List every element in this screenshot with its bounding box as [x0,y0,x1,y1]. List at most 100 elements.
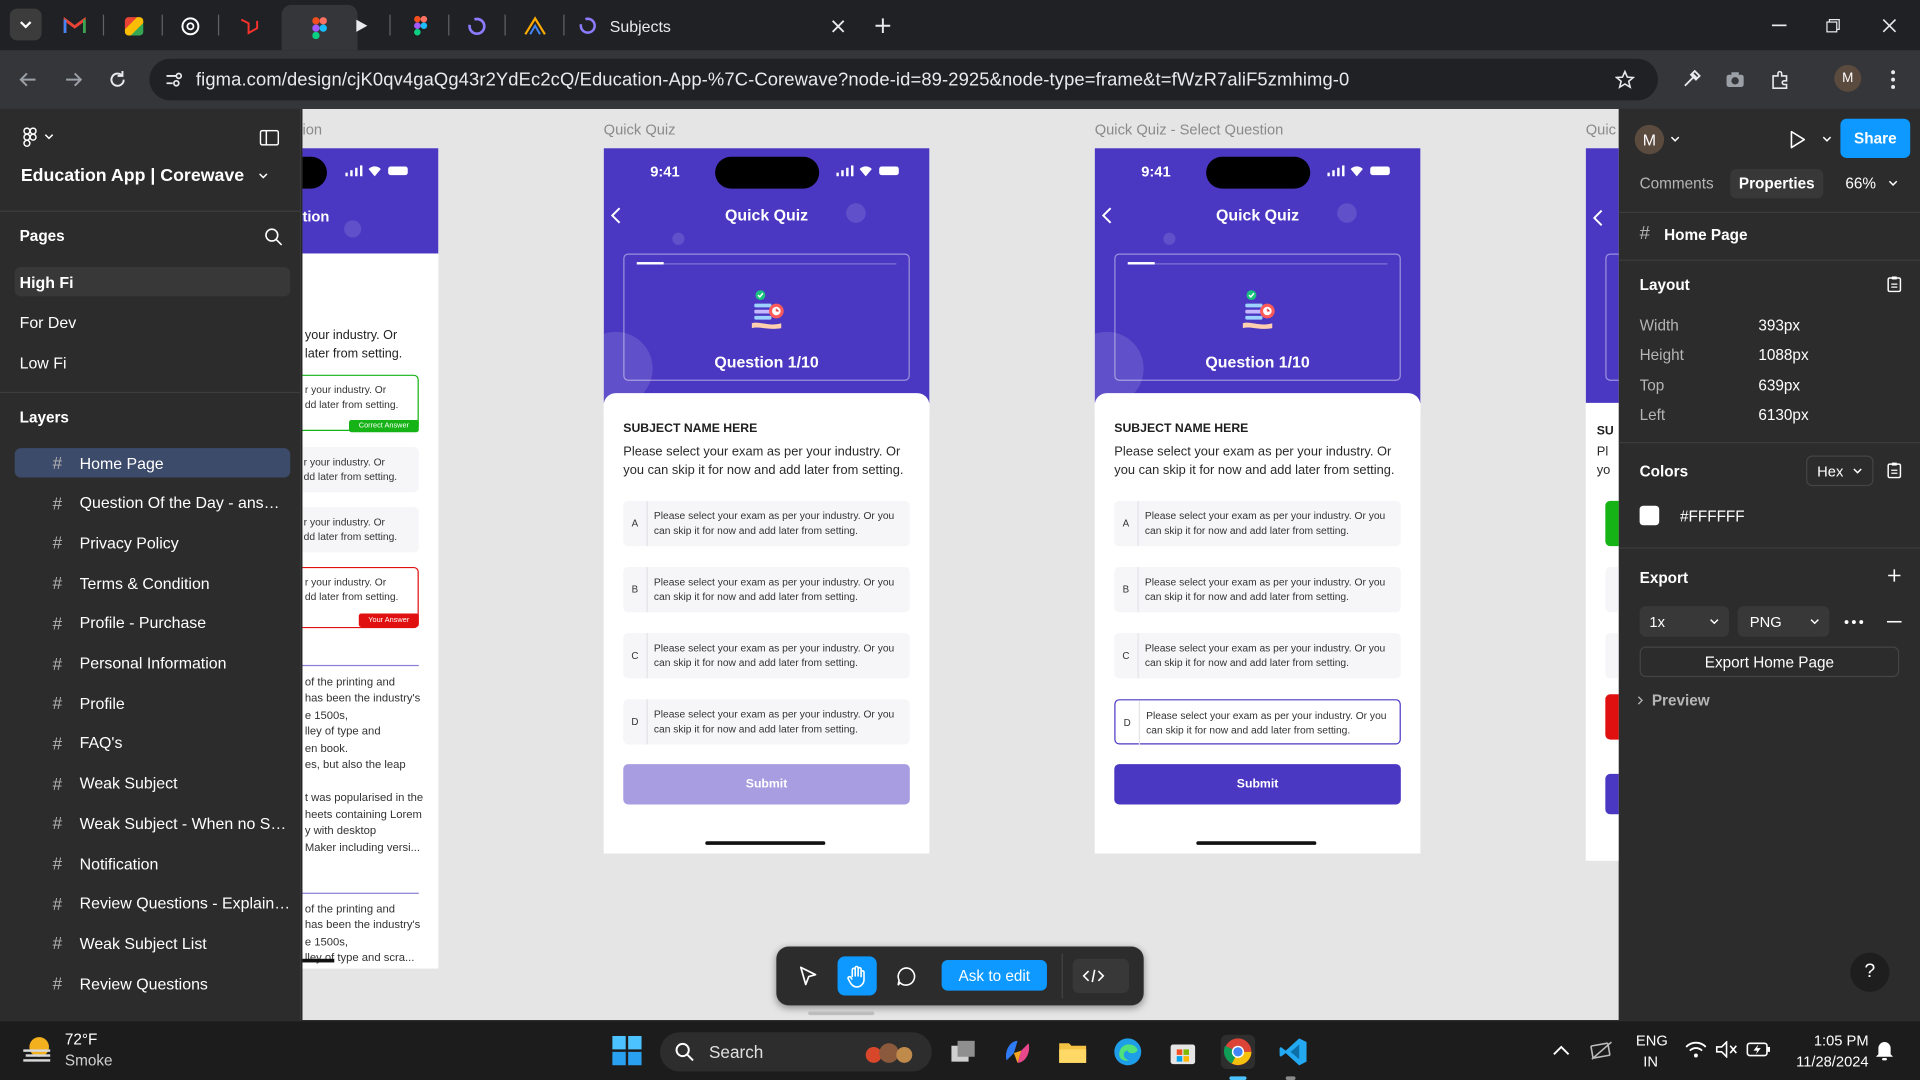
answer-option[interactable]: C Please select your exam as per your in… [1114,633,1401,679]
submit-button[interactable]: Submit [623,764,910,805]
chevron-down-icon[interactable] [1670,136,1680,143]
frame-label-quick-quiz[interactable]: Quick Quiz [604,121,676,138]
color-hex-value[interactable]: #FFFFFF [1680,508,1745,525]
layer-item[interactable]: # Personal Information [15,648,291,677]
color-format-select[interactable]: Hex [1806,455,1874,487]
preview-toggle[interactable]: Preview [1637,692,1710,709]
layer-item[interactable]: # Privacy Policy [15,528,291,557]
weather-icon[interactable] [21,1035,55,1067]
tab-properties[interactable]: Properties [1730,168,1824,199]
export-format-select[interactable]: PNG [1737,606,1830,637]
layer-item[interactable]: # Weak Subject - When no Subj... [15,809,291,838]
layer-item[interactable]: # Question Of the Day - answer ... [15,488,291,517]
figma-canvas[interactable]: ion tion your industry. Or later from se… [302,108,1619,1021]
taskbar-chrome[interactable] [1220,1034,1256,1069]
tab-video[interactable] [345,7,377,44]
taskbar-edge[interactable] [1111,1035,1145,1069]
left-value[interactable]: 6130px [1758,407,1808,424]
page-item-high-fi[interactable]: High Fi [14,266,291,297]
layer-item[interactable]: # Weak Subject List [15,929,291,958]
forward-button[interactable] [60,66,87,93]
frame-label-partial-right[interactable]: Quic [1586,121,1616,138]
taskbar-store[interactable] [1166,1035,1200,1069]
network-off-icon[interactable] [1589,1041,1613,1061]
search-icon[interactable] [264,228,283,246]
minimize-button[interactable] [1763,7,1795,44]
tab-comments[interactable]: Comments [1640,175,1714,192]
chevron-up-icon[interactable] [1553,1044,1570,1055]
page-item-for-dev[interactable]: For Dev [15,307,291,336]
submit-button[interactable]: Submit [1114,764,1401,805]
clock-date[interactable]: 11/28/2024 [1778,1053,1868,1070]
restore-button[interactable] [1817,7,1849,44]
notification-bell-icon[interactable] [1875,1040,1895,1062]
height-value[interactable]: 1088px [1758,347,1808,364]
layer-item[interactable]: # Notification [15,849,291,878]
layer-item[interactable]: # FAQ's [15,728,291,757]
hand-tool-button[interactable] [837,956,877,996]
frame-quick-quiz[interactable]: 9:41 Quick Quiz Question 1/10 SUBJECT NA… [603,148,930,854]
tab-figma-2[interactable] [404,7,436,44]
tab-search-button[interactable] [9,8,42,41]
answer-option[interactable]: C Please select your exam as per your in… [623,633,910,679]
play-icon[interactable] [1789,130,1806,150]
answer-option[interactable]: A Please select your exam as per your in… [623,500,910,547]
eyedropper-extension[interactable] [1678,66,1705,93]
address-bar[interactable]: figma.com/design/cjK0qv4gaQg43r2YdEc2cQ/… [149,58,1658,101]
battery-charging-icon[interactable] [1746,1042,1771,1057]
frame-partial-left[interactable]: tion your industry. Or later from settin… [302,148,439,969]
language-region[interactable]: IN [1636,1053,1665,1070]
width-value[interactable]: 393px [1758,317,1800,334]
layer-item[interactable]: # Profile - Purchase [15,608,291,637]
close-window-button[interactable] [1873,7,1905,44]
new-tab-button[interactable] [867,7,899,44]
zoom-control[interactable]: 66% [1845,175,1898,192]
taskbar-vscode[interactable] [1276,1035,1310,1069]
answer-option[interactable]: B Please select your exam as per your in… [1114,566,1401,613]
chevron-down-icon[interactable] [1822,136,1832,143]
tab-app-mountain[interactable] [519,7,551,44]
layer-item[interactable]: # Review Questions [15,969,291,998]
layer-item[interactable]: # Review Questions - Explainati... [15,889,291,918]
toggle-sidebar-button[interactable] [259,129,280,152]
clipboard-icon[interactable] [1887,462,1902,479]
user-avatar[interactable]: M [1634,124,1665,155]
tab-app-spiral[interactable] [460,7,492,44]
taskbar-search[interactable]: Search [660,1032,932,1072]
tab-subjects[interactable]: Subjects [566,7,860,44]
tab-chatgpt[interactable] [174,7,206,44]
plus-icon[interactable] [1887,568,1902,583]
screenshot-extension[interactable] [1722,66,1749,93]
layer-item[interactable]: # Home Page [14,448,291,478]
volume-muted-icon[interactable] [1715,1040,1738,1058]
clipboard-icon[interactable] [1887,276,1902,293]
answer-option[interactable]: D Please select your exam as per your in… [1114,699,1401,746]
browser-menu-button[interactable] [1881,66,1905,93]
reload-button[interactable] [104,66,131,93]
start-button[interactable] [612,1035,642,1072]
taskbar-copilot[interactable] [1000,1035,1034,1069]
answer-option[interactable]: B Please select your exam as per your in… [623,566,910,613]
extensions-button[interactable] [1767,66,1794,93]
wifi-icon[interactable] [1685,1041,1707,1058]
back-button[interactable] [15,66,42,93]
weather-desc[interactable]: Smoke [65,1052,113,1069]
share-button[interactable]: Share [1840,118,1911,158]
export-button[interactable]: Export Home Page [1639,646,1900,678]
figma-main-menu[interactable] [22,127,54,147]
layer-item[interactable]: # Weak Subject [15,768,291,797]
star-icon[interactable] [1615,69,1635,90]
taskbar-task-view[interactable] [947,1035,981,1069]
layer-item[interactable]: # Terms & Condition [15,568,291,597]
help-button[interactable]: ? [1850,952,1890,992]
more-horizontal-icon[interactable] [1844,620,1864,625]
file-name[interactable]: Education App | Corewave [21,167,269,186]
weather-temp[interactable]: 72°F [65,1031,98,1048]
color-swatch[interactable] [1639,505,1660,526]
tab-gmail[interactable] [59,7,91,44]
tab-laravel[interactable] [233,7,265,44]
profile-avatar[interactable]: M [1834,64,1862,92]
export-scale-select[interactable]: 1x [1639,606,1729,637]
comment-tool-button[interactable] [889,959,923,993]
frame-quick-quiz-select-question[interactable]: 9:41 Quick Quiz Question 1/10 SUBJECT NA… [1094,148,1421,854]
